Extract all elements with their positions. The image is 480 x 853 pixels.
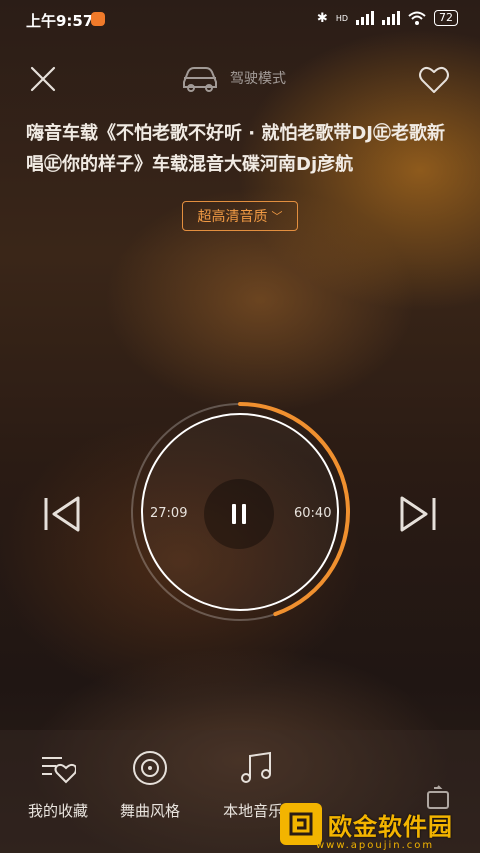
music-note-icon xyxy=(241,751,271,783)
watermark-url: www.apoujin.com xyxy=(316,840,435,851)
next-track-icon[interactable] xyxy=(398,494,438,534)
drive-mode-button[interactable]: 驾驶模式 xyxy=(180,64,286,92)
status-icons: ✱ HD 72 xyxy=(317,10,458,26)
status-time: 上午9:57 xyxy=(26,12,94,30)
battery-indicator: 72 xyxy=(434,10,458,26)
quality-select[interactable]: 超高清音质 ﹀ xyxy=(182,201,298,231)
close-icon[interactable] xyxy=(30,66,56,92)
disc-icon xyxy=(133,751,167,785)
nav-label-favorites: 我的收藏 xyxy=(27,802,88,820)
song-title: 嗨音车载《不怕老歌不好听 · 就怕老歌带DJ㊣老歌新唱㊣你的样子》车载混音大碟河… xyxy=(26,123,446,175)
nav-item-favorites[interactable]: 我的收藏 xyxy=(8,750,108,821)
favorite-heart-icon[interactable] xyxy=(418,64,450,96)
watermark-text: 欧金软件园 xyxy=(328,812,453,841)
status-bar: 上午9:57 ✱ HD 72 xyxy=(0,0,480,40)
nav-item-dance-styles[interactable]: 舞曲风格 xyxy=(100,750,200,821)
heart-list-icon xyxy=(42,757,76,784)
pause-button[interactable] xyxy=(204,479,274,549)
wifi-icon xyxy=(408,11,426,25)
app-notification-icon xyxy=(91,12,105,26)
chevron-down-icon: ﹀ xyxy=(271,210,283,223)
bluetooth-icon: ✱ xyxy=(316,10,328,26)
previous-track-icon[interactable] xyxy=(42,494,82,534)
network-type: HD xyxy=(335,13,348,23)
drive-mode-label: 驾驶模式 xyxy=(230,71,286,87)
pause-icon xyxy=(232,504,246,524)
watermark-logo xyxy=(280,803,322,845)
nav-label-dance-styles: 舞曲风格 xyxy=(119,802,180,820)
elapsed-time: 27:09 xyxy=(150,506,188,521)
signal-icon xyxy=(356,11,374,25)
quality-label: 超高清音质 xyxy=(197,209,268,225)
watermark: 欧金软件园 xyxy=(280,803,453,845)
signal-icon-2 xyxy=(382,11,400,25)
car-icon xyxy=(183,67,217,92)
total-time: 60:40 xyxy=(294,506,332,521)
